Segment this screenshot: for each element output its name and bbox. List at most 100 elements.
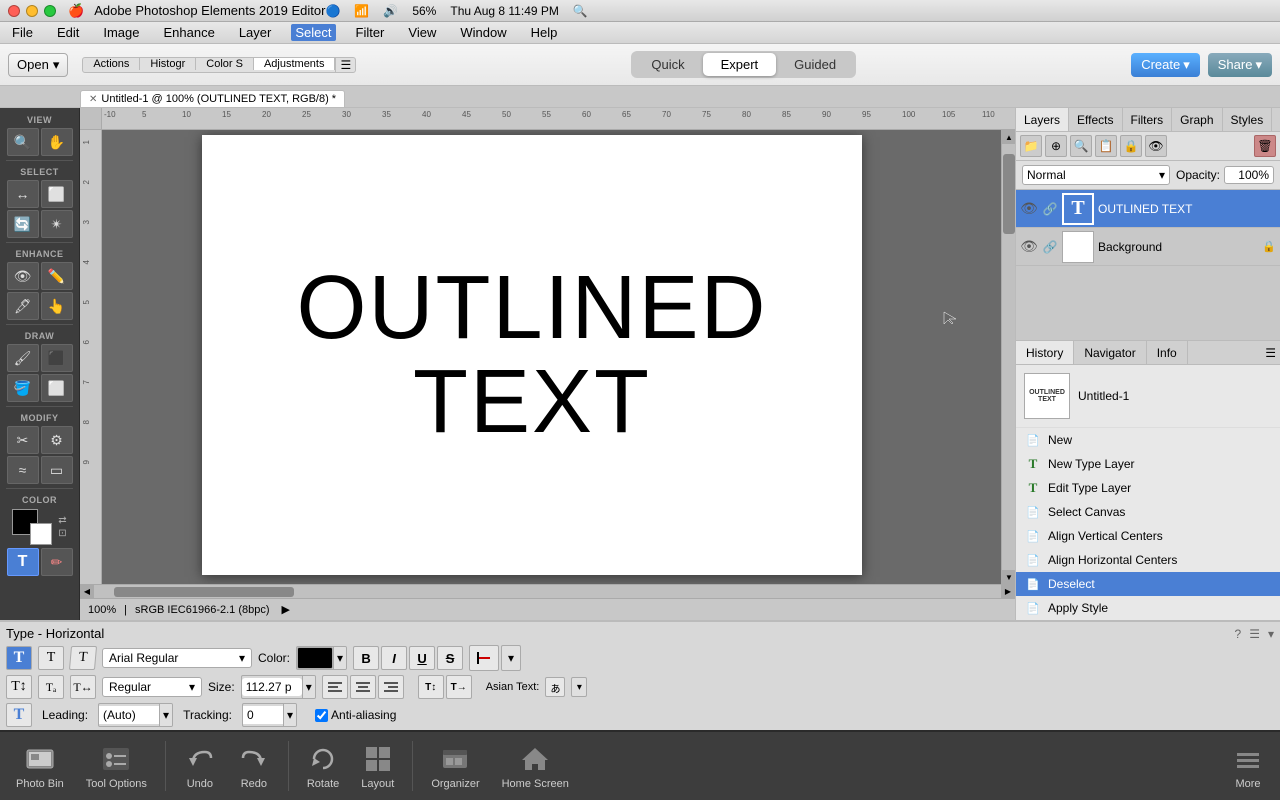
rotate-btn[interactable]: Rotate bbox=[299, 739, 347, 794]
tab-styles[interactable]: Styles bbox=[1223, 108, 1273, 131]
paint-bucket-tool[interactable]: 🪣 bbox=[7, 374, 39, 402]
default-colors-icon[interactable]: ⊡ bbox=[58, 528, 66, 539]
menu-help[interactable]: Help bbox=[527, 24, 562, 41]
italic-button[interactable]: I bbox=[381, 646, 407, 670]
size-input[interactable] bbox=[242, 678, 302, 696]
type-help-icon[interactable]: ? bbox=[1235, 627, 1242, 641]
menu-window[interactable]: Window bbox=[456, 24, 510, 41]
text-orient-btn[interactable] bbox=[469, 645, 499, 671]
tool-options-btn[interactable]: Tool Options bbox=[78, 739, 155, 794]
doc-close[interactable]: ✕ bbox=[89, 94, 97, 105]
layer-link-outlined[interactable]: 🔗 bbox=[1042, 201, 1058, 217]
history-item-edit-type[interactable]: T Edit Type Layer bbox=[1016, 476, 1280, 500]
tab-info[interactable]: Info bbox=[1147, 341, 1188, 364]
enhance-eye-tool[interactable]: 👁 bbox=[7, 262, 39, 290]
underline-button[interactable]: U bbox=[409, 646, 435, 670]
bold-button[interactable]: B bbox=[353, 646, 379, 670]
text-orient-dropdown[interactable]: ▾ bbox=[501, 645, 521, 671]
new-adj-layer-btn[interactable]: ⊕ bbox=[1045, 135, 1067, 157]
color-picker[interactable] bbox=[12, 509, 52, 545]
scroll-left[interactable]: ◀ bbox=[80, 585, 94, 599]
status-arrow[interactable]: ▶ bbox=[282, 603, 290, 616]
leading-dropdown[interactable]: ▾ bbox=[159, 704, 172, 726]
tab-adjustments[interactable]: Adjustments bbox=[254, 58, 336, 70]
scroll-up[interactable]: ▲ bbox=[1002, 130, 1015, 144]
orient-lr-btn[interactable]: T↕ bbox=[418, 675, 444, 699]
crop-tool[interactable]: ✂ bbox=[7, 426, 39, 454]
history-options[interactable]: ☰ bbox=[1261, 341, 1280, 364]
type-sub-3[interactable]: T↔ bbox=[70, 675, 96, 699]
doc-tab[interactable]: ✕ Untitled-1 @ 100% (OUTLINED TEXT, RGB/… bbox=[80, 90, 345, 107]
tracking-input[interactable] bbox=[243, 706, 283, 724]
pan-tool[interactable]: ✋ bbox=[41, 128, 73, 156]
history-item-new[interactable]: 📄 New bbox=[1016, 428, 1280, 452]
tracking-dropdown[interactable]: ▾ bbox=[283, 704, 296, 726]
shape-tool[interactable]: ▭ bbox=[41, 456, 73, 484]
tab-layers[interactable]: Layers bbox=[1016, 108, 1069, 131]
share-button[interactable]: Share ▾ bbox=[1208, 53, 1272, 77]
menu-image[interactable]: Image bbox=[99, 24, 143, 41]
align-right-btn[interactable] bbox=[378, 675, 404, 699]
more-btn[interactable]: More bbox=[1224, 739, 1272, 794]
color-swap[interactable]: ⇄ ⊡ bbox=[58, 515, 66, 539]
history-item-apply-style[interactable]: 📄 Apply Style bbox=[1016, 596, 1280, 620]
swap-icon[interactable]: ⇄ bbox=[58, 515, 66, 526]
vertical-scrollbar[interactable]: ▲ ▼ bbox=[1001, 130, 1015, 584]
leading-input[interactable] bbox=[99, 706, 159, 724]
layer-item-outlined[interactable]: 👁 🔗 T OUTLINED TEXT bbox=[1016, 190, 1280, 228]
marquee-tool[interactable]: ⬜ bbox=[41, 180, 73, 208]
tab-effects[interactable]: Effects bbox=[1069, 108, 1122, 131]
type-vertical-btn[interactable]: T bbox=[38, 646, 64, 670]
move-tool[interactable]: ↔ bbox=[7, 180, 39, 208]
apple-menu[interactable]: 🍎 bbox=[68, 3, 84, 19]
maximize-button[interactable] bbox=[44, 5, 56, 17]
anti-alias-checkbox[interactable] bbox=[315, 709, 328, 722]
copy-layer-btn[interactable]: 📋 bbox=[1095, 135, 1117, 157]
undo-btn[interactable]: Undo bbox=[176, 739, 224, 794]
new-layer-set-btn[interactable]: 📁 bbox=[1020, 135, 1042, 157]
type-expand-icon[interactable]: ▾ bbox=[1268, 627, 1274, 641]
gradient-tool[interactable]: ⬜ bbox=[41, 374, 73, 402]
visibility-btn[interactable]: 👁 bbox=[1145, 135, 1167, 157]
organizer-btn[interactable]: Organizer bbox=[423, 739, 487, 794]
tab-filters[interactable]: Filters bbox=[1123, 108, 1173, 131]
smudge-tool[interactable]: 👆 bbox=[41, 292, 73, 320]
tab-navigator[interactable]: Navigator bbox=[1074, 341, 1146, 364]
delete-layer-btn[interactable]: 🗑 bbox=[1254, 135, 1276, 157]
eraser-tool[interactable]: ⬛ bbox=[41, 344, 73, 372]
brush-draw-tool[interactable]: 🖌 bbox=[7, 344, 39, 372]
type-tool[interactable]: T bbox=[7, 548, 39, 576]
tab-history[interactable]: History bbox=[1016, 341, 1074, 364]
open-button[interactable]: Open ▾ bbox=[8, 53, 68, 77]
tab-actions[interactable]: Actions bbox=[83, 58, 140, 70]
magic-wand-tool[interactable]: ✴ bbox=[41, 210, 73, 238]
window-controls[interactable] bbox=[8, 5, 56, 17]
type-bottom-1[interactable]: T bbox=[6, 703, 32, 727]
close-button[interactable] bbox=[8, 5, 20, 17]
text-color-swatch[interactable] bbox=[297, 647, 333, 669]
history-item-align-h[interactable]: 📄 Align Horizontal Centers bbox=[1016, 548, 1280, 572]
lasso-tool[interactable]: 🔄 bbox=[7, 210, 39, 238]
lock-all-btn[interactable]: 🔒 bbox=[1120, 135, 1142, 157]
canvas-document[interactable]: OUTLINED TEXT bbox=[202, 135, 862, 575]
blend-mode-select[interactable]: Normal ▾ bbox=[1022, 165, 1170, 185]
asian-text-btn[interactable]: ぁ bbox=[545, 677, 565, 697]
history-item-new-type[interactable]: T New Type Layer bbox=[1016, 452, 1280, 476]
menu-enhance[interactable]: Enhance bbox=[160, 24, 219, 41]
size-dropdown[interactable]: ▾ bbox=[302, 676, 315, 698]
menu-edit[interactable]: Edit bbox=[53, 24, 83, 41]
tab-quick[interactable]: Quick bbox=[633, 53, 702, 76]
layer-link-background[interactable]: 🔗 bbox=[1042, 239, 1058, 255]
recompose-tool[interactable]: ⚙ bbox=[41, 426, 73, 454]
history-snapshot[interactable]: OUTLINED TEXT Untitled-1 bbox=[1016, 365, 1280, 428]
enhance-brush-tool[interactable]: ✏️ bbox=[41, 262, 73, 290]
type-horizontal-btn[interactable]: T bbox=[6, 646, 32, 670]
tab-histogram[interactable]: Histogr bbox=[140, 58, 196, 70]
layout-btn[interactable]: Layout bbox=[353, 739, 402, 794]
type-sub-1[interactable]: T↕ bbox=[6, 675, 32, 699]
orient-tb-btn[interactable]: T→ bbox=[446, 675, 472, 699]
history-item-align-v[interactable]: 📄 Align Vertical Centers bbox=[1016, 524, 1280, 548]
strikethrough-button[interactable]: S bbox=[437, 646, 463, 670]
font-family-select[interactable]: Arial Regular ▾ bbox=[102, 648, 252, 668]
menu-view[interactable]: View bbox=[404, 24, 440, 41]
